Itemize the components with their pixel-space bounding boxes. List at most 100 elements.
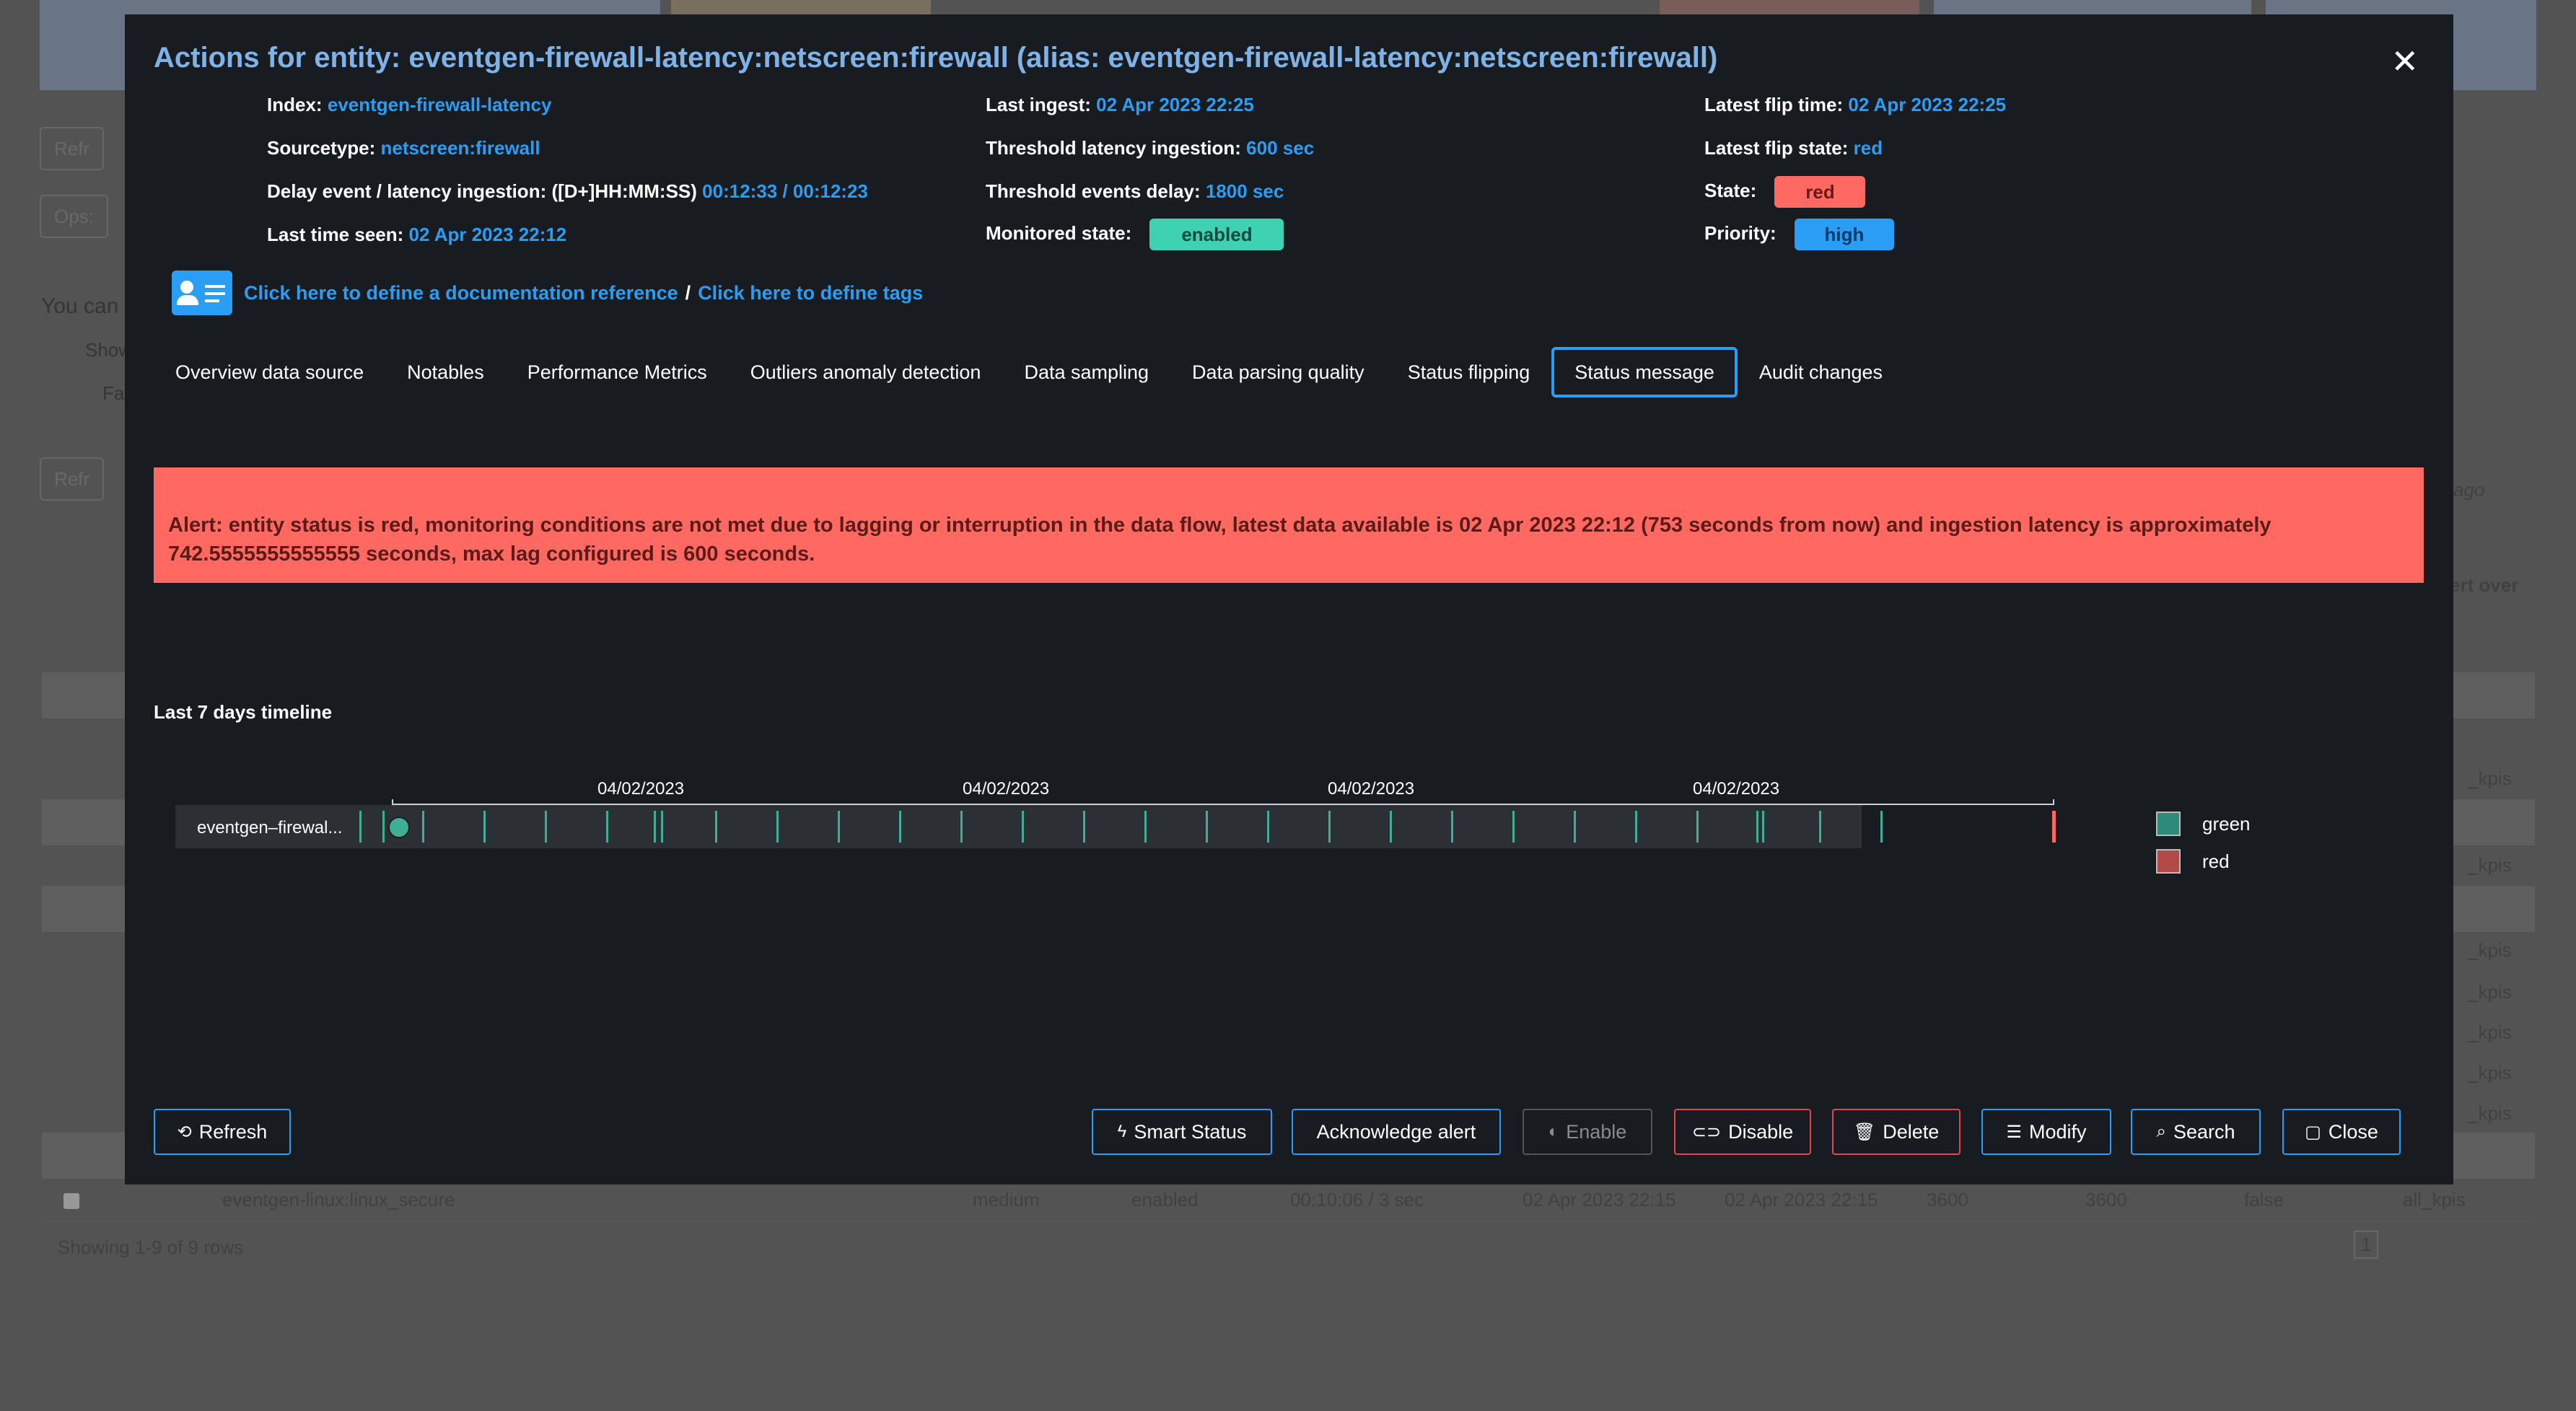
timeline-event-green[interactable] bbox=[1267, 811, 1269, 843]
meta-label: State: bbox=[1704, 179, 1757, 201]
close-icon[interactable]: ✕ bbox=[2391, 45, 2419, 78]
timeline-event-red[interactable] bbox=[2052, 811, 2056, 843]
timeline-event-green[interactable] bbox=[1574, 811, 1576, 843]
timeline-event-green[interactable] bbox=[1206, 811, 1208, 843]
meta-label: Latest flip time: bbox=[1704, 94, 1844, 115]
timeline-date-label: 04/02/2023 bbox=[597, 779, 685, 799]
meta-flip-state: Latest flip state: red bbox=[1704, 137, 1883, 159]
sliders-icon: ☰ bbox=[2006, 1122, 2022, 1142]
close-button[interactable]: ▢ Close bbox=[2282, 1109, 2401, 1155]
meta-threshold-delay: Threshold events delay: 1800 sec bbox=[986, 180, 1284, 203]
enable-button[interactable]: ◐ Enable bbox=[1523, 1109, 1652, 1155]
timeline-date-label: 04/02/2023 bbox=[1328, 779, 1415, 799]
tab-performance-metrics[interactable]: Performance Metrics bbox=[506, 348, 729, 397]
timeline-event-green[interactable] bbox=[899, 811, 901, 843]
timeline-axis-tick bbox=[392, 799, 393, 805]
refresh-label: Refresh bbox=[198, 1120, 268, 1143]
tab-status-flipping[interactable]: Status flipping bbox=[1386, 348, 1552, 397]
timeline-event-green[interactable] bbox=[606, 811, 608, 843]
timeline-date-label: 04/02/2023 bbox=[1693, 779, 1780, 799]
timeline-event-green[interactable] bbox=[1512, 811, 1515, 843]
delete-button[interactable]: 🗑 Delete bbox=[1832, 1109, 1961, 1155]
smart-status-button[interactable]: ϟ Smart Status bbox=[1092, 1109, 1272, 1155]
legend-label: green bbox=[2202, 812, 2251, 835]
timeline-event-green[interactable] bbox=[422, 811, 424, 843]
square-icon: ▢ bbox=[2305, 1122, 2321, 1142]
last-seen-value: 02 Apr 2023 22:12 bbox=[408, 224, 567, 245]
timeline-date-label: 04/02/2023 bbox=[963, 779, 1050, 799]
legend-item-green[interactable]: green bbox=[2156, 805, 2251, 843]
meta-priority: Priority: high bbox=[1704, 219, 1894, 250]
refresh-icon: ⟲ bbox=[177, 1122, 192, 1142]
timeline-event-green[interactable] bbox=[715, 811, 717, 843]
timeline-event-green[interactable] bbox=[1144, 811, 1147, 843]
search-icon: ⌕ bbox=[2156, 1122, 2166, 1141]
acknowledge-alert-button[interactable]: Acknowledge alert bbox=[1292, 1109, 1501, 1155]
timeline-title: Last 7 days timeline bbox=[154, 701, 333, 723]
modify-button[interactable]: ☰ Modify bbox=[1981, 1109, 2111, 1155]
smart-status-label: Smart Status bbox=[1134, 1120, 1247, 1143]
acknowledge-label: Acknowledge alert bbox=[1316, 1120, 1476, 1143]
tab-audit-changes[interactable]: Audit changes bbox=[1738, 348, 1904, 397]
timeline-event-green[interactable] bbox=[1022, 811, 1024, 843]
meta-label: Monitored state: bbox=[986, 221, 1132, 244]
meta-threshold-latency: Threshold latency ingestion: 600 sec bbox=[986, 137, 1314, 159]
threshold-delay-value: 1800 sec bbox=[1205, 180, 1284, 202]
meta-sourcetype: Sourcetype: netscreen:firewall bbox=[267, 137, 540, 159]
disable-button[interactable]: ⊂⊃ Disable bbox=[1674, 1109, 1811, 1155]
legend-swatch-green bbox=[2156, 812, 2181, 836]
timeline-start-dot[interactable] bbox=[388, 817, 410, 838]
tab-bar: Overview data source Notables Performanc… bbox=[154, 346, 1904, 398]
timeline-lane-label: eventgen–firewal... bbox=[197, 818, 343, 838]
timeline-event-green[interactable] bbox=[382, 811, 385, 843]
documentation-link[interactable]: Click here to define a documentation ref… bbox=[244, 282, 678, 304]
timeline-event-green[interactable] bbox=[1390, 811, 1392, 843]
timeline-event-green[interactable] bbox=[776, 811, 779, 843]
monitored-state-badge: enabled bbox=[1149, 219, 1284, 250]
priority-badge: high bbox=[1794, 219, 1894, 250]
timeline-event-green[interactable] bbox=[1451, 811, 1453, 843]
tab-notables[interactable]: Notables bbox=[385, 348, 506, 397]
tab-status-message[interactable]: Status message bbox=[1551, 347, 1738, 397]
index-link[interactable]: eventgen-firewall-latency bbox=[328, 94, 552, 115]
modify-label: Modify bbox=[2028, 1120, 2087, 1143]
tab-data-parsing-quality[interactable]: Data parsing quality bbox=[1170, 348, 1386, 397]
legend-label: red bbox=[2202, 850, 2230, 872]
meta-label: Delay event / latency ingestion: ([D+]HH… bbox=[267, 180, 697, 202]
last-ingest-value: 02 Apr 2023 22:25 bbox=[1096, 94, 1254, 115]
meta-index: Index: eventgen-firewall-latency bbox=[267, 94, 551, 116]
refresh-button[interactable]: ⟲ Refresh bbox=[154, 1109, 291, 1155]
tab-outliers[interactable]: Outliers anomaly detection bbox=[729, 348, 1003, 397]
timeline-event-green[interactable] bbox=[483, 811, 486, 843]
tab-overview[interactable]: Overview data source bbox=[154, 348, 385, 397]
timeline-event-green[interactable] bbox=[960, 811, 963, 843]
timeline-event-green[interactable] bbox=[1880, 811, 1883, 843]
timeline-event-green[interactable] bbox=[1819, 811, 1821, 843]
timeline-event-green[interactable] bbox=[1635, 811, 1637, 843]
meta-label: Threshold latency ingestion: bbox=[986, 137, 1241, 159]
timeline-event-green[interactable] bbox=[1756, 811, 1758, 843]
meta-state: State: red bbox=[1704, 176, 1866, 208]
tags-link[interactable]: Click here to define tags bbox=[698, 282, 923, 304]
meta-last-seen: Last time seen: 02 Apr 2023 22:12 bbox=[267, 224, 566, 246]
timeline-event-green[interactable] bbox=[545, 811, 547, 843]
tab-data-sampling[interactable]: Data sampling bbox=[1002, 348, 1170, 397]
timeline-event-green[interactable] bbox=[838, 811, 840, 843]
timeline-event-green[interactable] bbox=[654, 811, 656, 843]
timeline-axis-tick bbox=[2053, 799, 2054, 805]
legend-item-red[interactable]: red bbox=[2156, 843, 2251, 880]
timeline-legend: green red bbox=[2156, 805, 2251, 880]
search-button[interactable]: ⌕ Search bbox=[2131, 1109, 2261, 1155]
meta-delay: Delay event / latency ingestion: ([D+]HH… bbox=[267, 180, 868, 203]
timeline-event-green[interactable] bbox=[1328, 811, 1331, 843]
timeline-event-green[interactable] bbox=[661, 811, 663, 843]
timeline-event-green[interactable] bbox=[1083, 811, 1085, 843]
timeline-event-green[interactable] bbox=[1762, 811, 1764, 843]
disable-label: Disable bbox=[1728, 1120, 1794, 1143]
id-card-icon[interactable] bbox=[172, 271, 232, 315]
timeline-event-green[interactable] bbox=[359, 811, 362, 843]
sourcetype-link[interactable]: netscreen:firewall bbox=[381, 137, 540, 159]
meta-monitored-state: Monitored state: enabled bbox=[986, 219, 1284, 250]
delete-label: Delete bbox=[1883, 1120, 1940, 1143]
timeline-event-green[interactable] bbox=[1696, 811, 1699, 843]
